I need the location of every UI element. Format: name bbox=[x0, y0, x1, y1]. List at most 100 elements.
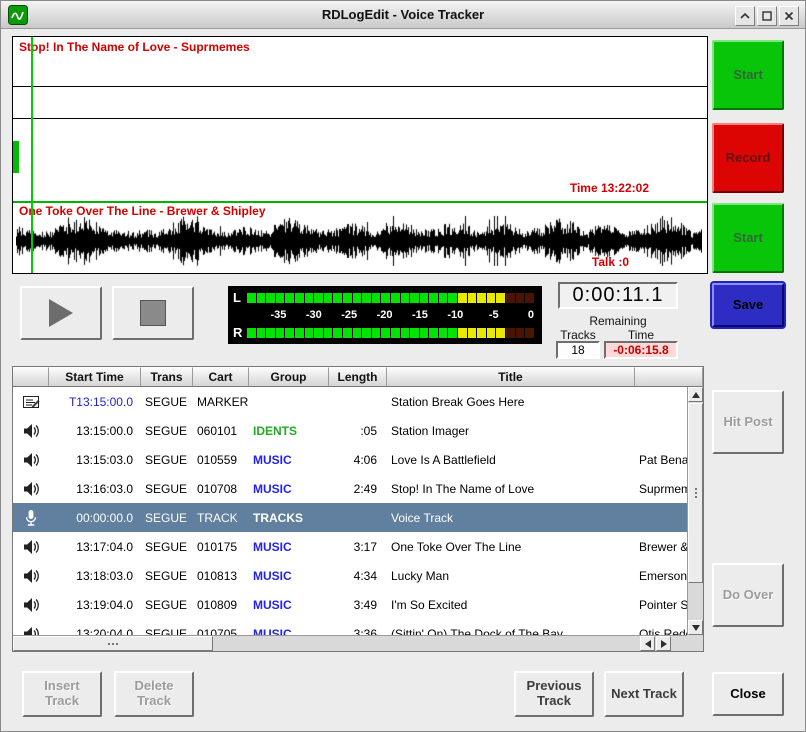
record-button[interactable]: Record bbox=[712, 123, 784, 193]
row-start-time: 13:17:04.0 bbox=[49, 540, 141, 554]
hit-post-button[interactable]: Hit Post bbox=[712, 390, 784, 454]
header-cart[interactable]: Cart bbox=[193, 367, 249, 387]
row-transition: SEGUE bbox=[141, 540, 193, 554]
scroll-right-icon[interactable] bbox=[656, 636, 671, 651]
row-length: 4:34 bbox=[329, 569, 387, 583]
time-label: Time 13:22:02 bbox=[570, 181, 649, 195]
log-row[interactable]: T13:15:00.0 SEGUE MARKER Station Break G… bbox=[13, 387, 687, 416]
header-length[interactable]: Length bbox=[329, 367, 387, 387]
shade-icon[interactable] bbox=[735, 6, 755, 26]
row-cart-number: 010708 bbox=[193, 482, 249, 496]
log-row[interactable]: 13:19:04.0 SEGUE 010809 MUSIC 3:49 I'm S… bbox=[13, 590, 687, 619]
row-cart-number: 060101 bbox=[193, 424, 249, 438]
header-title[interactable]: Title bbox=[387, 367, 635, 387]
row-title: Love Is A Battlefield bbox=[387, 453, 635, 467]
row-title: I'm So Excited bbox=[387, 598, 635, 612]
delete-track-button[interactable]: Delete Track bbox=[114, 671, 194, 717]
previous-track-button[interactable]: Previous Track bbox=[514, 671, 594, 717]
row-transition: SEGUE bbox=[141, 598, 193, 612]
header-trans[interactable]: Trans bbox=[141, 367, 193, 387]
close-button[interactable]: Close bbox=[712, 672, 784, 716]
scroll-left-icon[interactable] bbox=[640, 636, 655, 651]
row-start-time: 13:18:03.0 bbox=[49, 569, 141, 583]
remaining-time-value: -0:06:15.8 bbox=[604, 341, 678, 359]
row-type-icon bbox=[13, 538, 49, 556]
row-group: MUSIC bbox=[249, 482, 329, 496]
vertical-scrollbar[interactable] bbox=[687, 387, 703, 635]
maximize-icon[interactable] bbox=[757, 6, 777, 26]
row-type-icon bbox=[13, 509, 49, 527]
start-track1-button[interactable]: Start bbox=[712, 40, 784, 110]
log-row[interactable]: 13:15:00.0 SEGUE 060101 IDENTS :05 Stati… bbox=[13, 416, 687, 445]
row-title: Station Imager bbox=[387, 424, 635, 438]
waveform-panel[interactable]: Stop! In The Name of Love - Suprmemes Ti… bbox=[12, 36, 708, 274]
save-button[interactable]: Save bbox=[712, 283, 784, 327]
row-title: One Toke Over The Line bbox=[387, 540, 635, 554]
row-cart-number: 010705 bbox=[193, 627, 249, 636]
row-artist: Suprmemes bbox=[635, 482, 687, 496]
scroll-up-icon[interactable] bbox=[688, 387, 703, 402]
window-title: RDLogEdit - Voice Tracker bbox=[1, 7, 805, 22]
row-length: 3:17 bbox=[329, 540, 387, 554]
row-type-icon bbox=[13, 451, 49, 469]
row-group: MUSIC bbox=[249, 627, 329, 636]
row-start-time: 13:15:00.0 bbox=[49, 424, 141, 438]
start-track2-button[interactable]: Start bbox=[712, 203, 784, 273]
row-transition: SEGUE bbox=[141, 395, 193, 409]
close-icon[interactable] bbox=[779, 6, 799, 26]
log-row[interactable]: 13:18:03.0 SEGUE 010813 MUSIC 4:34 Lucky… bbox=[13, 561, 687, 590]
row-type-icon bbox=[13, 625, 49, 636]
row-title: Stop! In The Name of Love bbox=[387, 482, 635, 496]
header-start-time[interactable]: Start Time bbox=[49, 367, 141, 387]
app-icon[interactable] bbox=[8, 5, 28, 25]
meter-right-bar bbox=[247, 328, 534, 338]
insert-track-button[interactable]: Insert Track bbox=[22, 671, 102, 717]
row-length: 3:36 bbox=[329, 627, 387, 636]
track-divider bbox=[13, 118, 707, 119]
log-row[interactable]: 13:17:04.0 SEGUE 010175 MUSIC 3:17 One T… bbox=[13, 532, 687, 561]
talk-label: Talk :0 bbox=[592, 255, 629, 269]
log-body: T13:15:00.0 SEGUE MARKER Station Break G… bbox=[13, 387, 687, 635]
row-type-icon bbox=[13, 393, 49, 411]
row-artist: Emerson, L bbox=[635, 569, 687, 583]
remaining-tracks-value: 18 bbox=[556, 341, 600, 359]
row-start-time: 13:19:04.0 bbox=[49, 598, 141, 612]
row-title: Voice Track bbox=[387, 511, 635, 525]
scrollbar-corner bbox=[687, 635, 703, 651]
stop-button[interactable] bbox=[112, 286, 194, 340]
row-title: (Sittin' On) The Dock of The Bay bbox=[387, 627, 635, 636]
do-over-button[interactable]: Do Over bbox=[712, 563, 784, 627]
meter-right-label: R bbox=[233, 325, 247, 340]
elapsed-time-display: 0:00:11.1 bbox=[558, 282, 678, 309]
horizontal-scrollbar[interactable] bbox=[13, 635, 687, 651]
row-group: MUSIC bbox=[249, 569, 329, 583]
audio-meter: L -35-30-25-20-15-10-50 R bbox=[228, 286, 542, 344]
row-transition: SEGUE bbox=[141, 511, 193, 525]
log-row[interactable]: 13:20:04.0 SEGUE 010705 MUSIC 3:36 (Sitt… bbox=[13, 619, 687, 635]
header-icon-col[interactable] bbox=[13, 367, 49, 387]
row-start-time: 13:16:03.0 bbox=[49, 482, 141, 496]
row-cart-number: 010559 bbox=[193, 453, 249, 467]
scroll-down-icon[interactable] bbox=[688, 620, 703, 635]
remaining-time-label: Time bbox=[604, 328, 678, 342]
meter-scale: -35-30-25-20-15-10-50 bbox=[251, 309, 534, 321]
log-table: Start Time Trans Cart Group Length Title… bbox=[12, 366, 704, 652]
row-length: 2:49 bbox=[329, 482, 387, 496]
log-row[interactable]: 13:15:03.0 SEGUE 010559 MUSIC 4:06 Love … bbox=[13, 445, 687, 474]
log-row[interactable]: 00:00:00.0 SEGUE TRACK TRACKS Voice Trac… bbox=[13, 503, 687, 532]
vertical-scroll-thumb[interactable] bbox=[688, 403, 703, 583]
row-type-icon bbox=[13, 567, 49, 585]
track1-title: Stop! In The Name of Love - Suprmemes bbox=[19, 40, 250, 54]
row-length: 4:06 bbox=[329, 453, 387, 467]
header-group[interactable]: Group bbox=[249, 367, 329, 387]
row-cart-number: 010175 bbox=[193, 540, 249, 554]
play-button[interactable] bbox=[20, 286, 102, 340]
row-title: Lucky Man bbox=[387, 569, 635, 583]
header-artist[interactable] bbox=[635, 367, 703, 387]
row-length: :05 bbox=[329, 424, 387, 438]
next-track-button[interactable]: Next Track bbox=[604, 671, 684, 717]
meter-left-bar bbox=[247, 293, 534, 303]
horizontal-scroll-thumb[interactable] bbox=[13, 636, 213, 651]
voice-tracker-window: RDLogEdit - Voice Tracker Stop! In The N… bbox=[0, 0, 806, 732]
log-row[interactable]: 13:16:03.0 SEGUE 010708 MUSIC 2:49 Stop!… bbox=[13, 474, 687, 503]
